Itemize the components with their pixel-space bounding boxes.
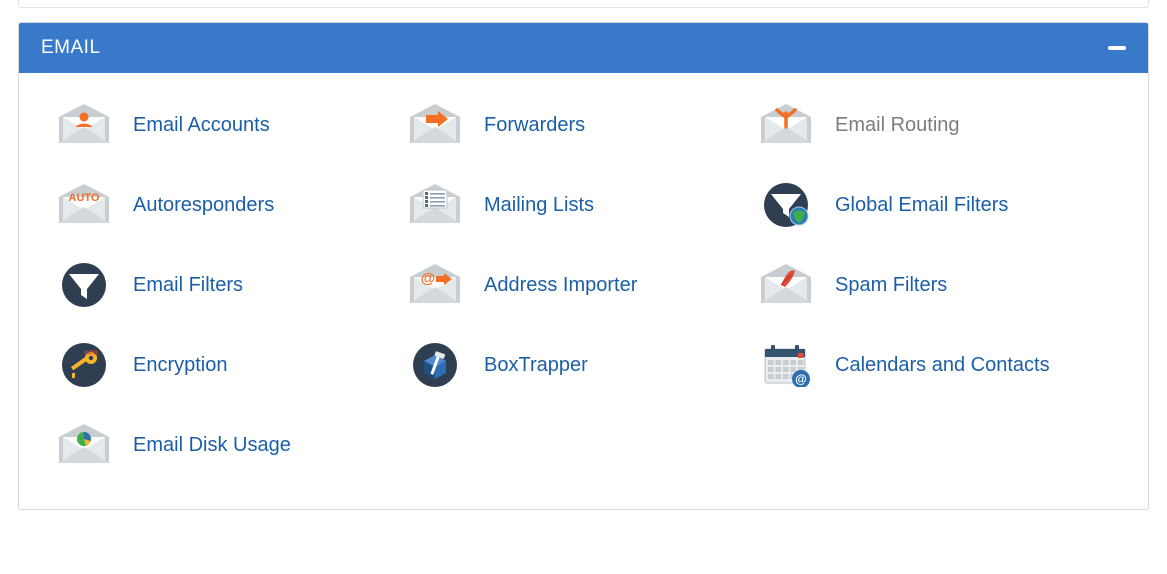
svg-text:GPG: GPG — [84, 351, 98, 357]
global-filters-icon — [759, 181, 813, 229]
email-item-mailing-lists[interactable]: Mailing Lists — [408, 181, 759, 229]
svg-text:@: @ — [795, 372, 807, 386]
encryption-icon: GPG — [57, 341, 111, 389]
email-accounts-icon — [57, 101, 111, 149]
email-item-address-importer[interactable]: @ Address Importer — [408, 261, 759, 309]
email-panel-body: Email Accounts Forwarders Email Routing AUT… — [19, 73, 1148, 509]
email-item-email-filters[interactable]: Email Filters — [57, 261, 408, 309]
boxtrapper-icon — [408, 341, 462, 389]
disk-usage-icon — [57, 421, 111, 469]
email-item-forwarders[interactable]: Forwarders — [408, 101, 759, 149]
email-item-label: Forwarders — [484, 114, 585, 137]
autoresponders-icon: AUTO — [57, 181, 111, 229]
email-item-disk-usage[interactable]: Email Disk Usage — [57, 421, 408, 469]
svg-text:AUTO: AUTO — [69, 192, 100, 204]
email-item-autoresponders[interactable]: AUTO Autoresponders — [57, 181, 408, 229]
email-routing-icon — [759, 101, 813, 149]
email-item-label: Autoresponders — [133, 194, 274, 217]
email-item-label: Global Email Filters — [835, 194, 1008, 217]
calendars-icon: @ — [759, 341, 813, 389]
email-item-label: BoxTrapper — [484, 354, 588, 377]
email-item-label: Calendars and Contacts — [835, 354, 1050, 377]
email-item-label: Address Importer — [484, 274, 637, 297]
email-item-label: Email Disk Usage — [133, 434, 291, 457]
email-item-email-accounts[interactable]: Email Accounts — [57, 101, 408, 149]
email-item-boxtrapper[interactable]: BoxTrapper — [408, 341, 759, 389]
email-item-label: Email Accounts — [133, 114, 270, 137]
mailing-lists-icon — [408, 181, 462, 229]
email-panel: EMAIL Email Accounts Forwarders Email Rout… — [18, 22, 1149, 510]
email-item-label: Email Filters — [133, 274, 243, 297]
panel-title: EMAIL — [41, 37, 101, 59]
email-item-label: Encryption — [133, 354, 228, 377]
svg-text:@: @ — [421, 270, 436, 287]
forwarders-icon — [408, 101, 462, 149]
email-item-encryption[interactable]: GPG Encryption — [57, 341, 408, 389]
email-item-label: Email Routing — [835, 114, 960, 137]
email-item-email-routing[interactable]: Email Routing — [759, 101, 1110, 149]
email-item-global-filters[interactable]: Global Email Filters — [759, 181, 1110, 229]
email-item-spam-filters[interactable]: Spam Filters — [759, 261, 1110, 309]
previous-panel-edge — [18, 0, 1149, 8]
address-importer-icon: @ — [408, 261, 462, 309]
email-filters-icon — [57, 261, 111, 309]
email-item-calendars[interactable]: @ Calendars and Contacts — [759, 341, 1110, 389]
email-panel-header[interactable]: EMAIL — [19, 23, 1148, 73]
email-item-label: Mailing Lists — [484, 194, 594, 217]
spam-filters-icon — [759, 261, 813, 309]
collapse-icon[interactable] — [1108, 46, 1126, 50]
email-item-label: Spam Filters — [835, 274, 947, 297]
